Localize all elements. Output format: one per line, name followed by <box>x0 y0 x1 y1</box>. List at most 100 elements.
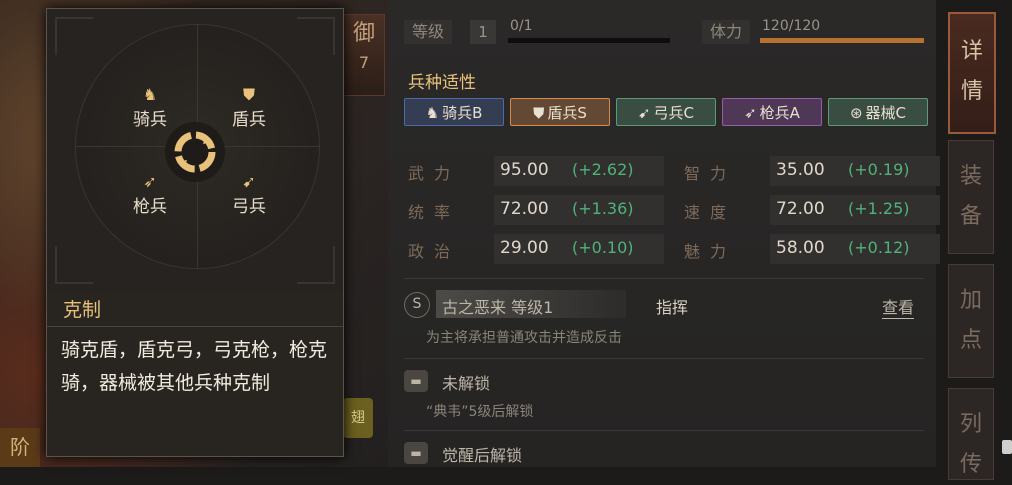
status-bar: 等级 1 0/1 体力 120/120 <box>404 18 924 46</box>
affinity-badge[interactable]: ⊛ 器械C <box>828 98 928 126</box>
skill-name: 觉醒后解锁 <box>442 446 523 465</box>
stat-bonus: (+0.10) <box>572 238 634 257</box>
affinity-title: 兵种适性 <box>408 73 476 93</box>
divider <box>404 278 924 279</box>
shield-icon: ⛊ <box>533 104 545 122</box>
affinity-label: 弓兵C <box>653 104 695 122</box>
skill-row-1[interactable]: S 古之恶来 等级1 指挥 查看 <box>404 290 924 320</box>
defense-label: 御 <box>352 21 375 46</box>
corner-ornament <box>55 246 93 284</box>
skill-type: 指挥 <box>656 298 689 317</box>
tab-points[interactable]: 加点 <box>948 264 994 378</box>
stat-bonus: (+1.36) <box>572 199 634 218</box>
skill-row-3[interactable]: ▬ 觉醒后解锁 <box>404 438 924 468</box>
unit-label: 骑兵 <box>133 110 167 130</box>
level-value: 1 <box>470 20 496 44</box>
spear-icon: ➶ <box>143 172 157 191</box>
level-label: 等级 <box>404 20 453 44</box>
defense-value: 7 <box>358 53 370 72</box>
divider <box>404 358 924 359</box>
counter-description: 骑克盾，盾克弓，弓克枪，枪克骑，器械被其他兵种克制 <box>61 339 328 394</box>
skill-description: “典韦”5级后解锁 <box>426 404 534 420</box>
stat-cell: 武力 95.00 (+2.62) <box>404 156 664 186</box>
skill-s-icon: S <box>404 292 430 318</box>
stat-bonus: (+2.62) <box>572 160 634 179</box>
skill-description: 为主将承担普通攻击并造成反击 <box>426 330 622 346</box>
side-badge[interactable]: 翅 <box>343 398 373 438</box>
horse-icon: ♞ <box>142 85 158 104</box>
tab-label: 详情 <box>960 39 983 104</box>
tab-label: 列传 <box>959 412 982 477</box>
rank-badge[interactable]: 阶 <box>0 428 40 467</box>
stamina-bar-fill <box>760 38 924 43</box>
view-skill-link[interactable]: 查看 <box>881 294 914 319</box>
bow-icon: ➹ <box>242 172 256 191</box>
scroll-handle[interactable] <box>1002 440 1012 454</box>
stat-value: 29.00 <box>500 238 549 258</box>
shield-icon: ⛊ <box>242 85 255 104</box>
stamina-bar <box>760 38 924 43</box>
unit-bow: ➹ 弓兵 <box>219 172 279 217</box>
affinity-label: 盾兵S <box>547 104 587 122</box>
stat-label: 魅力 <box>684 242 737 261</box>
affinity-badge[interactable]: ➹ 弓兵C <box>616 98 716 126</box>
tab-details[interactable]: 详情 <box>948 12 996 134</box>
corner-ornament <box>297 17 335 55</box>
unit-label: 枪兵 <box>133 197 167 217</box>
unit-shield: ⛊ 盾兵 <box>219 85 279 130</box>
stat-label: 统率 <box>408 203 461 222</box>
stat-value: 58.00 <box>776 238 825 258</box>
defense-badge: 御 7 <box>343 14 385 96</box>
bow-icon: ➹ <box>637 104 651 122</box>
exp-text: 0/1 <box>510 18 533 34</box>
stat-cell: 统率 72.00 (+1.36) <box>404 195 664 225</box>
stat-cell: 速度 72.00 (+1.25) <box>680 195 940 225</box>
stat-value: 35.00 <box>776 160 825 180</box>
horse-icon: ♞ <box>425 104 440 122</box>
affinity-badge[interactable]: ⛊ 盾兵S <box>510 98 610 126</box>
unit-label: 盾兵 <box>232 110 266 130</box>
stamina-text: 120/120 <box>762 18 821 34</box>
stamina-label: 体力 <box>702 20 751 44</box>
stat-row: 统率 72.00 (+1.36) 速度 72.00 (+1.25) <box>404 195 940 225</box>
stat-bonus: (+0.12) <box>848 238 910 257</box>
affinity-label: 枪兵A <box>759 104 800 122</box>
skill-row-2[interactable]: ▬ 未解锁 <box>404 366 924 396</box>
stat-cell: 智力 35.00 (+0.19) <box>680 156 940 186</box>
tab-label: 装备 <box>959 164 982 229</box>
corner-ornament <box>297 246 335 284</box>
tab-label: 加点 <box>959 288 982 353</box>
lock-icon: ▬ <box>404 442 428 464</box>
corner-ornament <box>55 17 93 55</box>
stat-value: 72.00 <box>500 199 549 219</box>
affinity-badge[interactable]: ➶ 枪兵A <box>722 98 822 126</box>
stat-bonus: (+1.25) <box>848 199 910 218</box>
stat-label: 智力 <box>684 164 737 183</box>
stat-cell: 政治 29.00 (+0.10) <box>404 234 664 264</box>
side-tabs: 详情 装备 加点 列传 <box>944 0 1012 480</box>
stat-label: 政治 <box>408 242 461 261</box>
spear-icon: ➶ <box>744 104 757 122</box>
stat-row: 武力 95.00 (+2.62) 智力 35.00 (+0.19) <box>404 156 940 186</box>
counter-wheel-area: ♞ 骑兵 ⛊ 盾兵 ➶ 枪兵 ➹ 弓兵 <box>47 9 343 292</box>
general-detail-panel: 等级 1 0/1 体力 120/120 兵种适性 ♞ 骑兵B ⛊ 盾兵S ➹ 弓兵C ➶ 枪兵… <box>388 0 940 468</box>
affinity-label: 器械C <box>865 104 907 122</box>
stat-row: 政治 29.00 (+0.10) 魅力 58.00 (+0.12) <box>404 234 940 264</box>
tab-equipment[interactable]: 装备 <box>948 140 994 254</box>
stat-label: 武力 <box>408 164 461 183</box>
skill-name: 未解锁 <box>442 374 491 393</box>
lock-icon: ▬ <box>404 370 428 392</box>
affinity-badge[interactable]: ♞ 骑兵B <box>404 98 504 126</box>
stat-cell: 魅力 58.00 (+0.12) <box>680 234 940 264</box>
counter-popup: ♞ 骑兵 ⛊ 盾兵 ➶ 枪兵 ➹ 弓兵 克制 骑克盾，盾克弓，弓克枪，枪克骑，器… <box>46 8 344 457</box>
unit-spear: ➶ 枪兵 <box>120 172 180 217</box>
divider <box>47 326 343 327</box>
unit-cavalry: ♞ 骑兵 <box>120 85 180 130</box>
stat-value: 95.00 <box>500 160 549 180</box>
unit-label: 弓兵 <box>232 197 266 217</box>
stat-label: 速度 <box>684 203 737 222</box>
stat-value: 72.00 <box>776 199 825 219</box>
skill-name: 古之恶来 等级1 <box>442 298 554 317</box>
tab-biography[interactable]: 列传 <box>948 388 994 480</box>
wheel-icon: ⊛ <box>849 104 863 122</box>
